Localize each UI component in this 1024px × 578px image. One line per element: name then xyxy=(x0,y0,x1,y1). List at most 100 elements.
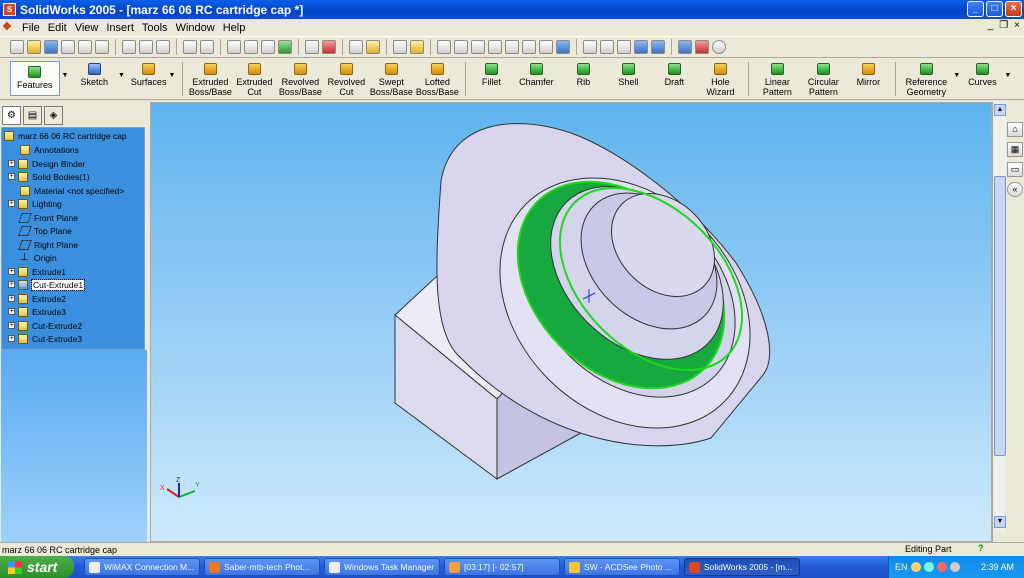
select-filter-icon[interactable] xyxy=(244,40,258,54)
tree-item-solid-bodies[interactable]: + Solid Bodies(1) xyxy=(8,170,90,183)
curves-button[interactable]: Curves xyxy=(962,58,1002,87)
rebuild-traffic-light-icon[interactable] xyxy=(278,40,292,54)
fillet-button[interactable]: Fillet xyxy=(471,58,511,87)
features-tab-button[interactable]: Features xyxy=(10,61,60,96)
mirror-button[interactable]: Mirror xyxy=(846,58,890,87)
doc-restore-button[interactable]: ❐ xyxy=(999,20,1008,31)
chamfer-button[interactable]: Chamfer xyxy=(511,58,561,87)
tree-item-cut-extrude1[interactable]: + Cut-Extrude1 xyxy=(8,278,86,291)
zoom-to-area-icon[interactable] xyxy=(471,40,485,54)
find-icon[interactable] xyxy=(95,40,109,54)
shell-button[interactable]: Shell xyxy=(605,58,651,87)
part-model[interactable]: X Y Z xyxy=(151,103,992,542)
tree-item-origin[interactable]: ⊥ Origin xyxy=(20,251,57,264)
tree-item-extrude3[interactable]: + Extrude3 xyxy=(8,305,66,318)
expand-icon[interactable]: + xyxy=(8,268,15,275)
minimize-button[interactable]: _ xyxy=(967,1,984,17)
circular-pattern-button[interactable]: Circular Pattern xyxy=(800,58,846,97)
reference-geometry-button[interactable]: Reference Geometry xyxy=(901,58,951,97)
extruded-boss-base-button[interactable]: Extruded Boss/Base xyxy=(188,58,232,97)
shaded-icon[interactable] xyxy=(651,40,665,54)
menu-window[interactable]: Window xyxy=(172,22,219,34)
standard-views-icon[interactable] xyxy=(556,40,570,54)
start-button[interactable]: start xyxy=(0,556,74,578)
tree-item-cut-extrude2[interactable]: + Cut-Extrude2 xyxy=(8,319,82,332)
solidworks-resources-icon[interactable]: ⌂ xyxy=(1007,122,1023,137)
rib-button[interactable]: Rib xyxy=(561,58,605,87)
save-icon[interactable] xyxy=(44,40,58,54)
shadows-icon[interactable] xyxy=(712,40,726,54)
cut-icon[interactable] xyxy=(122,40,136,54)
sketch-tab-button[interactable]: Sketch xyxy=(80,58,108,87)
graphics-viewport[interactable]: X Y Z xyxy=(150,102,992,542)
surfaces-tab-button[interactable]: Surfaces xyxy=(131,58,166,87)
help-icon[interactable]: ? xyxy=(978,543,984,553)
design-library-icon[interactable]: ▦ xyxy=(1007,142,1023,157)
redo-icon[interactable] xyxy=(200,40,214,54)
tree-root[interactable]: marz 66 06 RC cartridge cap xyxy=(4,129,127,142)
menu-tools[interactable]: Tools xyxy=(138,22,172,34)
revolved-boss-base-button[interactable]: Revolved Boss/Base xyxy=(276,58,324,97)
viewport-vertical-scrollbar[interactable]: ▲ ▼ xyxy=(994,102,1006,532)
menu-insert[interactable]: Insert xyxy=(102,22,138,34)
collapse-task-pane-icon[interactable]: « xyxy=(1007,182,1023,197)
print-preview-icon[interactable] xyxy=(78,40,92,54)
wireframe-icon[interactable] xyxy=(583,40,597,54)
scroll-down-arrow[interactable]: ▼ xyxy=(994,516,1006,528)
tree-item-right-plane[interactable]: Right Plane xyxy=(18,238,78,251)
tree-item-cut-extrude3[interactable]: + Cut-Extrude3 xyxy=(8,332,82,345)
tree-item-extrude1[interactable]: + Extrude1 xyxy=(8,265,66,278)
lofted-boss-base-button[interactable]: Lofted Boss/Base xyxy=(414,58,460,97)
feature-manager-tab[interactable]: ⚙ xyxy=(2,106,21,125)
undo-icon[interactable] xyxy=(183,40,197,54)
menu-file[interactable]: File xyxy=(18,22,44,34)
doc-close-button[interactable]: × xyxy=(1014,20,1020,31)
expand-icon[interactable]: + xyxy=(8,295,15,302)
clock[interactable]: 2:39 AM xyxy=(981,562,1014,572)
close-button[interactable]: × xyxy=(1005,1,1022,17)
menu-edit[interactable]: Edit xyxy=(44,22,71,34)
zoom-selection-icon[interactable] xyxy=(366,40,380,54)
section-view-icon[interactable] xyxy=(678,40,692,54)
document-menu-icon[interactable]: ❖ xyxy=(2,21,16,34)
expand-icon[interactable]: + xyxy=(8,281,15,288)
taskbar-item-acdsee[interactable]: SW - ACDSee Photo ... xyxy=(564,558,680,576)
revolved-cut-button[interactable]: Revolved Cut xyxy=(324,58,368,97)
3d-view-icon[interactable] xyxy=(393,40,407,54)
tree-item-front-plane[interactable]: Front Plane xyxy=(18,211,78,224)
doc-minimize-button[interactable]: _ xyxy=(988,20,994,31)
hidden-lines-removed-icon[interactable] xyxy=(617,40,631,54)
configuration-manager-tab[interactable]: ◈ xyxy=(44,106,63,125)
tree-item-material[interactable]: Material <not specified> xyxy=(20,184,124,197)
orient-icon[interactable] xyxy=(437,40,451,54)
tray-icon[interactable] xyxy=(910,562,921,572)
sketch-icon[interactable] xyxy=(261,40,275,54)
select-arrow-icon[interactable] xyxy=(227,40,241,54)
swept-boss-base-button[interactable]: Swept Boss/Base xyxy=(368,58,414,97)
taskbar-item-firefox[interactable]: Saber-mtb-tech Phot... xyxy=(204,558,320,576)
maximize-button[interactable]: □ xyxy=(986,1,1003,17)
expand-icon[interactable]: + xyxy=(8,322,15,329)
expand-icon[interactable]: + xyxy=(8,200,15,207)
tree-item-annotations[interactable]: Annotations xyxy=(20,143,79,156)
new-document-icon[interactable] xyxy=(10,40,24,54)
expand-icon[interactable]: + xyxy=(8,160,15,167)
tree-item-extrude2[interactable]: + Extrude2 xyxy=(8,292,66,305)
expand-icon[interactable]: + xyxy=(8,308,15,315)
language-indicator[interactable]: EN xyxy=(895,562,908,572)
copy-icon[interactable] xyxy=(139,40,153,54)
scroll-thumb[interactable] xyxy=(994,176,1006,456)
tree-item-top-plane[interactable]: Top Plane xyxy=(18,224,72,237)
paste-icon[interactable] xyxy=(156,40,170,54)
extruded-cut-button[interactable]: Extruded Cut xyxy=(232,58,276,97)
taskbar-item-solidworks[interactable]: SolidWorks 2005 - [m... xyxy=(684,558,800,576)
view-orientation-icon[interactable] xyxy=(349,40,363,54)
zoom-to-fit-icon[interactable] xyxy=(454,40,468,54)
taskbar-item-wimax[interactable]: WiMAX Connection M... xyxy=(84,558,200,576)
tree-item-design-binder[interactable]: + Design Binder xyxy=(8,157,85,170)
print-icon[interactable] xyxy=(61,40,75,54)
rotate-view-icon[interactable] xyxy=(522,40,536,54)
expand-icon[interactable]: + xyxy=(8,335,15,342)
help-question-icon[interactable] xyxy=(410,40,424,54)
security-icon[interactable] xyxy=(936,562,947,572)
